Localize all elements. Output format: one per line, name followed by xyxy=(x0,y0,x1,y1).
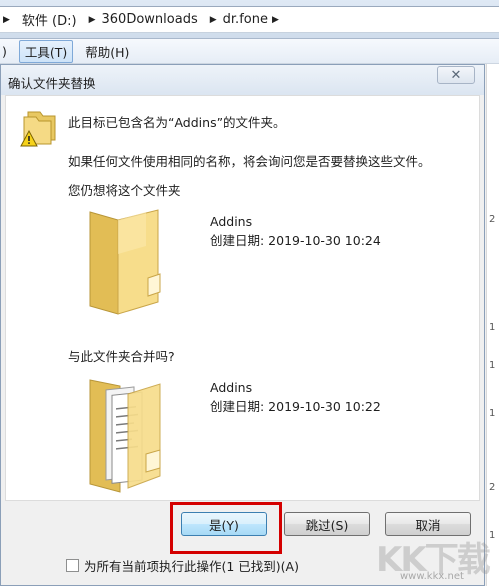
warning-folder-icon xyxy=(20,111,56,147)
prompt-keep: 您仍想将这个文件夹 xyxy=(68,183,181,198)
edge-digit: 1 xyxy=(489,360,496,371)
chevron-right-icon[interactable]: ▶ xyxy=(272,15,279,25)
target-folder-name: Addins xyxy=(210,380,253,395)
edge-digit: 1 xyxy=(489,408,496,419)
target-folder-date: 创建日期: 2019-10-30 10:22 xyxy=(210,399,381,414)
folder-icon xyxy=(89,209,161,315)
skip-button[interactable]: 跳过(S) xyxy=(284,512,370,536)
dialog-titlebar[interactable]: 确认文件夹替换 ✕ xyxy=(1,65,484,95)
apply-to-all-label: 为所有当前项执行此操作(1 已找到)(A) xyxy=(84,559,299,574)
edge-digit: 1 xyxy=(489,322,496,333)
breadcrumb-item-drive[interactable]: 软件 (D:) xyxy=(10,10,77,29)
target-folder-info: Addins 创建日期: 2019-10-30 10:22 xyxy=(210,378,381,416)
edge-digit: 2 xyxy=(489,482,496,493)
menu-item-tools[interactable]: 工具(T) xyxy=(18,39,74,63)
explain-message: 如果任何文件使用相同的名称，将会询问您是否要替换这些文件。 xyxy=(68,154,431,169)
close-button[interactable]: ✕ xyxy=(437,66,475,84)
watermark-url: www.kkx.net xyxy=(400,571,464,582)
dialog-title: 确认文件夹替换 xyxy=(8,76,96,91)
dialog-content: 此目标已包含名为“Addins”的文件夹。 如果任何文件使用相同的名称，将会询问… xyxy=(5,95,480,501)
source-folder-info: Addins 创建日期: 2019-10-30 10:24 xyxy=(210,212,381,250)
breadcrumb-label: 360Downloads xyxy=(101,12,198,27)
explorer-edge: 2 1 1 1 2 1 xyxy=(486,64,499,586)
chevron-right-icon[interactable]: ▶ xyxy=(3,15,10,25)
address-bar: ▶ 软件 (D:) ▶ 360Downloads ▶ dr.fone ▶ xyxy=(0,0,499,39)
folder-with-files-icon xyxy=(89,379,161,493)
highlight-annotation xyxy=(170,502,282,554)
breadcrumb[interactable]: ▶ 软件 (D:) ▶ 360Downloads ▶ dr.fone ▶ xyxy=(0,6,499,33)
edge-digit: 1 xyxy=(489,530,496,541)
menu-bar: ) 工具(T) 帮助(H) xyxy=(0,39,499,64)
menu-item-help[interactable]: 帮助(H) xyxy=(79,40,135,63)
source-folder-date: 创建日期: 2019-10-30 10:24 xyxy=(210,233,381,248)
breadcrumb-item-360downloads[interactable]: ▶ 360Downloads xyxy=(85,12,198,27)
apply-to-all-row[interactable]: 为所有当前项执行此操作(1 已找到)(A) xyxy=(66,556,299,575)
breadcrumb-item-drfone[interactable]: ▶ dr.fone ▶ xyxy=(206,12,285,27)
breadcrumb-label: dr.fone xyxy=(222,12,268,27)
chevron-right-icon[interactable]: ▶ xyxy=(210,15,217,25)
skip-button-label: 跳过(S) xyxy=(305,517,349,533)
edge-digit: 2 xyxy=(489,214,496,225)
menu-item-partial[interactable]: ) xyxy=(0,42,13,61)
conflict-message: 此目标已包含名为“Addins”的文件夹。 xyxy=(68,115,286,130)
source-folder-name: Addins xyxy=(210,214,253,229)
close-icon: ✕ xyxy=(450,67,462,83)
prompt-merge: 与此文件夹合并吗? xyxy=(68,349,175,364)
cancel-button-label: 取消 xyxy=(415,517,441,533)
apply-to-all-checkbox[interactable] xyxy=(66,559,79,572)
breadcrumb-label: 软件 (D:) xyxy=(21,14,77,29)
chevron-right-icon[interactable]: ▶ xyxy=(89,15,96,25)
